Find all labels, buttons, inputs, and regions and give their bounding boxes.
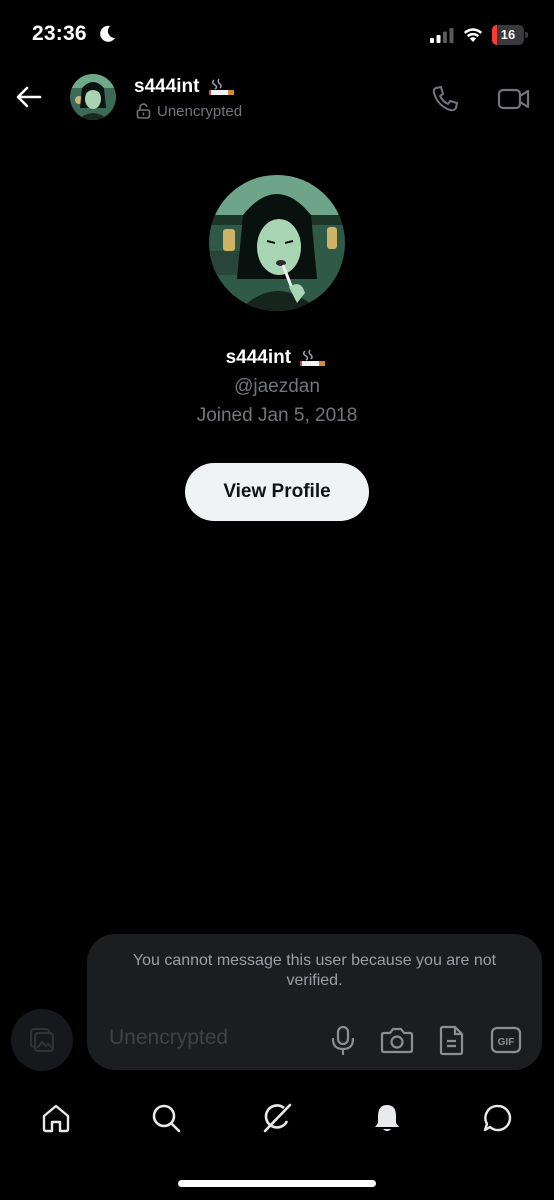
wifi-icon bbox=[463, 28, 483, 42]
profile-handle: @jaezdan bbox=[234, 376, 320, 397]
avatar-image bbox=[70, 74, 116, 120]
header-avatar[interactable] bbox=[70, 74, 116, 120]
video-camera-icon[interactable] bbox=[497, 84, 531, 114]
message-input[interactable]: Unencrypted bbox=[109, 1026, 228, 1050]
moon-icon bbox=[100, 25, 115, 42]
message-composer: You cannot message this user because you… bbox=[87, 934, 542, 1070]
lock-icon bbox=[136, 103, 151, 119]
search-icon bbox=[152, 1104, 181, 1133]
phone-icon[interactable] bbox=[430, 84, 460, 114]
nav-messages[interactable] bbox=[480, 1100, 516, 1136]
profile-avatar-image bbox=[209, 175, 345, 311]
messages-icon bbox=[483, 1104, 512, 1132]
back-arrow-icon[interactable] bbox=[14, 82, 44, 112]
notifications-icon bbox=[375, 1105, 399, 1131]
battery-icon: 16 bbox=[492, 25, 528, 45]
profile-display-name: s444int bbox=[0, 347, 554, 371]
microphone-icon[interactable] bbox=[327, 1024, 359, 1056]
nav-search[interactable] bbox=[148, 1100, 184, 1136]
file-icon[interactable] bbox=[437, 1024, 467, 1056]
verification-notice: You cannot message this user because you… bbox=[132, 952, 497, 989]
cigarette-emoji bbox=[208, 78, 234, 95]
encryption-status: Unencrypted bbox=[136, 102, 242, 120]
gif-label: GIF bbox=[498, 1037, 515, 1048]
battery-percent: 16 bbox=[500, 27, 516, 42]
home-icon bbox=[42, 1104, 70, 1133]
profile-avatar[interactable] bbox=[209, 175, 345, 311]
profile-joined-date: Joined Jan 5, 2018 bbox=[196, 405, 358, 426]
signal-icon bbox=[430, 28, 454, 43]
bottom-navigation bbox=[0, 1090, 554, 1144]
gif-icon[interactable]: GIF bbox=[489, 1024, 523, 1056]
home-indicator[interactable] bbox=[178, 1180, 376, 1187]
gallery-icon bbox=[30, 1028, 54, 1052]
profile-name-text: s444int bbox=[225, 347, 292, 368]
nav-home[interactable] bbox=[38, 1100, 74, 1136]
cigarette-emoji bbox=[300, 349, 326, 366]
status-bar: 23:36 16 bbox=[0, 0, 554, 70]
header-username: s444int bbox=[134, 76, 237, 98]
header-name-text: s444int bbox=[134, 76, 200, 97]
nav-notifications[interactable] bbox=[369, 1100, 405, 1136]
profile-summary: s444int @jaezdan Joined Jan 5, 2018 View… bbox=[0, 175, 554, 521]
encryption-label: Unencrypted bbox=[157, 102, 243, 120]
conversation-header: s444int Unencrypted bbox=[0, 70, 554, 126]
status-time: 23:36 bbox=[32, 22, 87, 45]
gallery-button[interactable] bbox=[11, 1009, 73, 1071]
camera-icon[interactable] bbox=[380, 1024, 414, 1056]
view-profile-button[interactable]: View Profile bbox=[185, 463, 369, 521]
nav-grok[interactable] bbox=[259, 1100, 295, 1136]
grok-icon bbox=[263, 1103, 292, 1133]
